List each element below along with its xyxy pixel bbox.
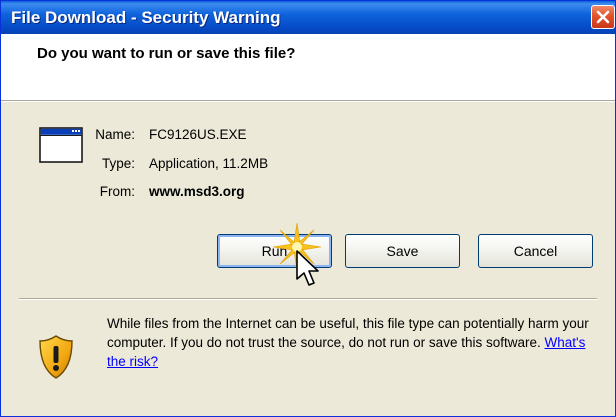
name-value: FC9126US.EXE: [149, 127, 247, 142]
save-button[interactable]: Save: [345, 234, 460, 268]
security-shield-icon: [39, 335, 73, 379]
warning-divider: [19, 298, 597, 300]
file-download-dialog: File Download - Security Warning Do you …: [0, 0, 616, 417]
from-value: www.msd3.org: [149, 184, 245, 199]
security-warning: While files from the Internet can be use…: [107, 314, 607, 371]
header-panel: [1, 34, 615, 100]
title-bar[interactable]: File Download - Security Warning: [1, 1, 615, 34]
warning-text: While files from the Internet can be use…: [107, 316, 589, 350]
mouse-cursor-icon: [296, 250, 319, 286]
from-label: From:: [99, 184, 135, 199]
type-label: Type:: [101, 156, 135, 171]
close-button[interactable]: [591, 5, 615, 29]
file-name-row: Name: FC9126US.EXE: [85, 127, 485, 147]
file-type-row: Type: Application, 11.2MB: [85, 156, 485, 176]
cancel-button[interactable]: Cancel: [478, 234, 593, 268]
type-value: Application, 11.2MB: [149, 156, 269, 171]
name-label: Name:: [95, 127, 135, 142]
application-window-icon: [39, 127, 83, 163]
window-title: File Download - Security Warning: [11, 8, 281, 27]
dialog-question: Do you want to run or save this file?: [37, 45, 296, 62]
header-divider: [1, 100, 615, 102]
file-from-row: From: www.msd3.org: [85, 184, 485, 204]
close-icon: [596, 10, 610, 24]
